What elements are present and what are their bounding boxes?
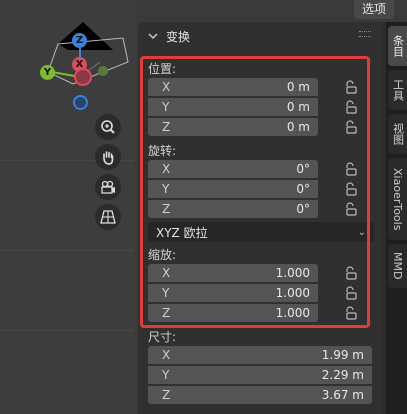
axis-label: X: [162, 348, 171, 362]
dimensions-label: 尺寸:: [148, 330, 177, 344]
axis-label: Z: [162, 388, 171, 402]
lock-icon[interactable]: [344, 266, 358, 280]
tab-tool[interactable]: 工具: [388, 70, 407, 110]
axis-label: X: [162, 266, 171, 280]
tab-item[interactable]: 条目: [388, 26, 407, 66]
field-value: 0°: [296, 182, 310, 196]
chevron-down-icon: ⌄: [357, 226, 366, 238]
lock-icon[interactable]: [344, 162, 358, 176]
location-label: 位置:: [148, 62, 177, 76]
camera-view-button[interactable]: [95, 174, 121, 200]
rotation-x-field[interactable]: X 0°: [148, 160, 318, 178]
dimensions-x-field[interactable]: X 1.99 m: [148, 346, 372, 364]
scale-y-field[interactable]: Y 1.000: [148, 284, 318, 302]
grid-line: [0, 250, 135, 251]
axis-label: Z: [162, 120, 171, 134]
field-value: 0°: [296, 202, 310, 216]
perspective-toggle-button[interactable]: [95, 204, 121, 230]
grid-line: [0, 330, 135, 331]
zoom-button[interactable]: [95, 114, 121, 140]
axis-label: Y: [162, 100, 170, 114]
gizmo-z-axis[interactable]: Z: [72, 33, 87, 48]
location-y-field[interactable]: Y 0 m: [148, 98, 318, 116]
axis-label: X: [162, 80, 171, 94]
lock-icon[interactable]: [344, 306, 358, 320]
pan-button[interactable]: [95, 144, 121, 170]
drag-grip-icon[interactable]: [359, 31, 371, 37]
axis-label: X: [162, 162, 171, 176]
lock-icon[interactable]: [344, 120, 358, 134]
options-button[interactable]: 选项: [354, 0, 394, 19]
field-value: 0 m: [286, 80, 310, 94]
location-x-field[interactable]: X 0 m: [148, 78, 318, 96]
axis-label: Y: [162, 182, 170, 196]
tab-view[interactable]: 视图: [388, 114, 407, 154]
rotation-mode-value: XYZ 欧拉: [156, 225, 208, 240]
rotation-z-field[interactable]: Z 0°: [148, 200, 318, 218]
lock-icon[interactable]: [344, 202, 358, 216]
field-value: 0 m: [286, 100, 310, 114]
lock-icon[interactable]: [344, 80, 358, 94]
gizmo-neg-x-axis[interactable]: [74, 68, 92, 86]
rotation-mode-dropdown[interactable]: XYZ 欧拉 ⌄: [148, 222, 374, 242]
tab-mmd[interactable]: MMD: [388, 244, 407, 288]
rotation-y-field[interactable]: Y 0°: [148, 180, 318, 198]
gizmo-neg-y-axis[interactable]: [98, 66, 108, 76]
lock-icon[interactable]: [344, 286, 358, 300]
location-z-field[interactable]: Z 0 m: [148, 118, 318, 136]
field-value: 1.000: [275, 306, 310, 320]
transform-panel: 变换 位置: X 0 m Y 0 m Z 0 m 旋转: X 0° Y 0° Z…: [138, 22, 381, 414]
field-value: 2.29 m: [321, 368, 364, 382]
grid-perspective-icon: [100, 210, 116, 224]
dimensions-y-field[interactable]: Y 2.29 m: [148, 366, 372, 384]
lock-icon[interactable]: [344, 100, 358, 114]
scale-z-field[interactable]: Z 1.000: [148, 304, 318, 322]
axis-label: Z: [162, 202, 171, 216]
chevron-down-icon: [148, 33, 158, 40]
field-value: 3.67 m: [321, 388, 364, 402]
axis-label: Z: [162, 306, 171, 320]
camera-icon: [101, 180, 115, 194]
rotation-label: 旋转:: [148, 144, 177, 158]
field-value: 1.000: [275, 286, 310, 300]
transform-panel-header[interactable]: 变换: [138, 22, 381, 50]
hand-icon: [103, 151, 114, 165]
field-value: 1.000: [275, 266, 310, 280]
field-value: 0°: [296, 162, 310, 176]
field-value: 0 m: [286, 120, 310, 134]
dimensions-z-field[interactable]: Z 3.67 m: [148, 386, 372, 404]
lock-icon[interactable]: [344, 182, 358, 196]
sidebar-tab-bar: 条目 工具 视图 XiaoerTools MMD: [386, 22, 407, 414]
gizmo-y-axis[interactable]: Y: [40, 65, 55, 80]
scale-label: 缩放:: [148, 248, 177, 262]
field-value: 1.99 m: [321, 348, 364, 362]
tab-xiaoertools[interactable]: XiaoerTools: [388, 158, 407, 240]
axis-label: Y: [162, 368, 170, 382]
scale-x-field[interactable]: X 1.000: [148, 264, 318, 282]
navigation-gizmo[interactable]: Z Y X: [28, 22, 138, 114]
gizmo-neg-z-axis[interactable]: [73, 95, 88, 110]
zoom-icon: [101, 120, 115, 134]
axis-label: Y: [162, 286, 170, 300]
panel-title: 变换: [166, 29, 191, 44]
